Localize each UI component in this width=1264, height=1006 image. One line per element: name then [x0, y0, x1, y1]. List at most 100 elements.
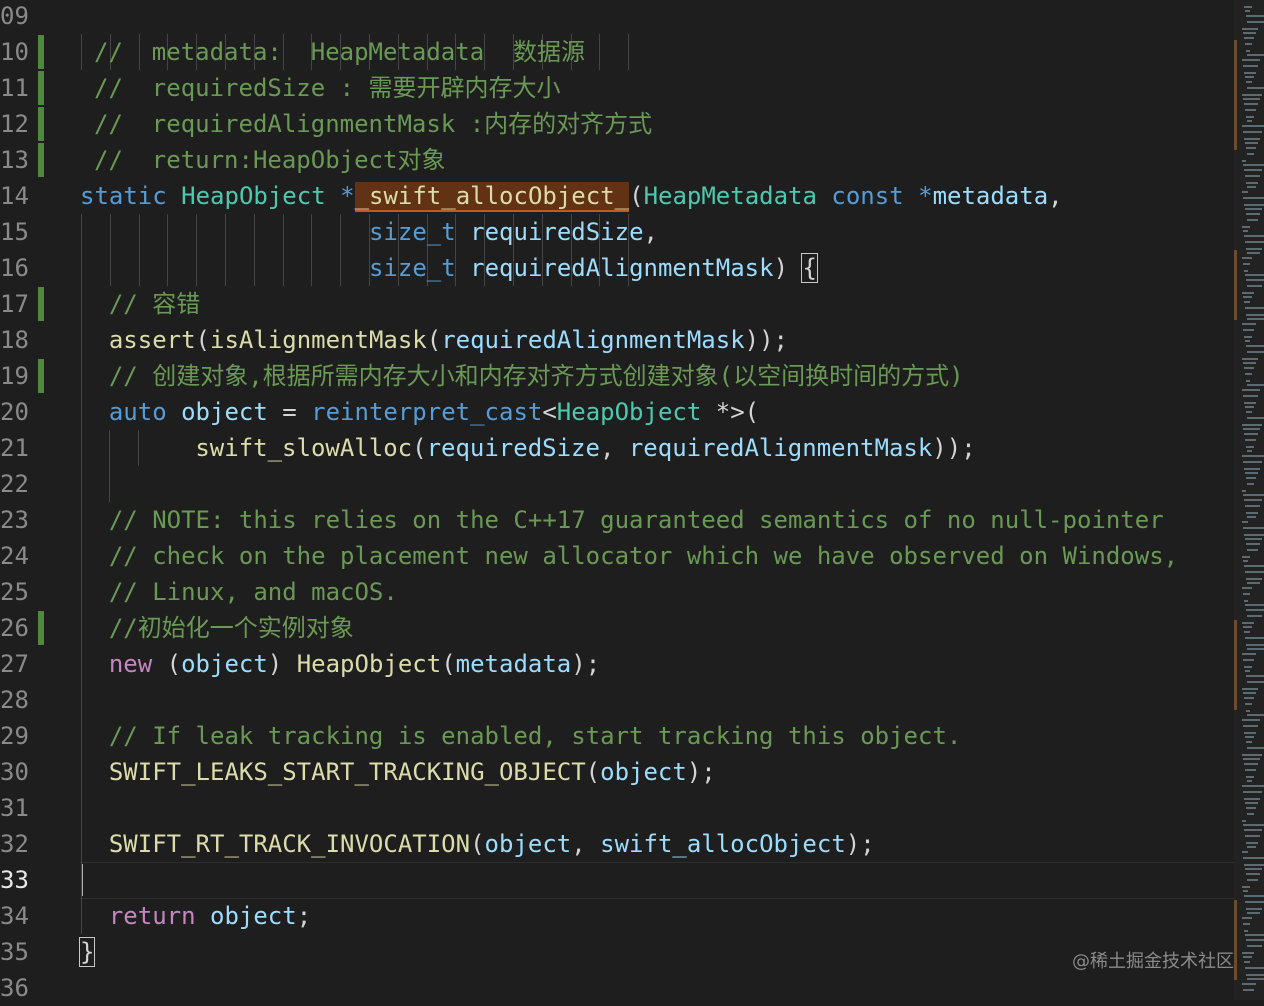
code-line[interactable]: 15 size_t requiredSize,: [0, 214, 1234, 250]
minimap-line: [1244, 798, 1260, 800]
token-brace: }: [78, 937, 96, 967]
minimap-line: [1242, 521, 1248, 523]
minimap-line: [1244, 930, 1248, 932]
minimap-line: [1242, 851, 1248, 853]
indent-guide: [109, 466, 110, 502]
minimap-line: [1245, 307, 1264, 309]
indent-guide: [81, 286, 82, 322]
minimap-line: [1247, 846, 1256, 848]
code-line[interactable]: 13 // return:HeapObject对象: [0, 142, 1234, 178]
minimap-line: [1242, 886, 1250, 888]
token-mac: SWIFT_RT_TRACK_INVOCATION: [108, 830, 471, 858]
indent-guide: [81, 430, 82, 466]
minimap-line: [1246, 446, 1254, 448]
minimap-line: [1245, 109, 1256, 111]
minimap[interactable]: [1234, 0, 1264, 1000]
token-ctl: return: [108, 902, 210, 930]
minimap-line: [1242, 653, 1256, 655]
line-number: 19: [0, 362, 29, 390]
code-line[interactable]: 17 // 容错: [0, 286, 1234, 322]
code-line[interactable]: 23 // NOTE: this relies on the C++17 gua…: [0, 502, 1234, 538]
token-var: requiredAlignmentMask: [441, 326, 745, 354]
code-line[interactable]: 31: [0, 790, 1234, 826]
minimap-line: [1242, 257, 1252, 259]
minimap-line: [1244, 103, 1258, 105]
minimap-line: [1247, 747, 1264, 749]
token-fn: HeapObject: [296, 650, 442, 678]
indent-guide: [109, 430, 110, 466]
code-line[interactable]: 19 // 创建对象,根据所需内存大小和内存对齐方式创建对象(以空间换时间的方式…: [0, 358, 1234, 394]
code-line[interactable]: 09: [0, 0, 1234, 34]
code-line[interactable]: 12 // requiredAlignmentMask :内存的对齐方式: [0, 106, 1234, 142]
token-text: );: [571, 650, 601, 678]
token-brace: {: [801, 253, 818, 283]
code-line[interactable]: 36: [0, 970, 1234, 1006]
code-line[interactable]: 32 SWIFT_RT_TRACK_INVOCATION(object, swi…: [0, 826, 1234, 862]
code-text: // metadata: HeapMetadata 数据源: [94, 34, 585, 70]
code-line[interactable]: 16 size_t requiredAlignmentMask) {: [0, 250, 1234, 286]
minimap-line: [1244, 864, 1264, 866]
gutter-modified-marker: [38, 71, 44, 105]
token-kw: *: [918, 182, 933, 210]
minimap-line: [1247, 483, 1254, 485]
minimap-line: [1244, 565, 1264, 567]
code-line[interactable]: 22: [0, 466, 1234, 502]
code-text: }: [78, 934, 96, 970]
token-text: ;: [296, 902, 312, 930]
code-line[interactable]: 34 return object;: [0, 898, 1234, 934]
token-com: requiredSize : 需要开辟内存大小: [137, 74, 561, 102]
minimap-line: [1245, 406, 1254, 408]
token-text: ,: [1048, 182, 1063, 210]
token-com: //: [94, 74, 138, 102]
token-var: requiredAlignmentMask: [628, 434, 933, 462]
line-number: 27: [0, 650, 29, 678]
code-line[interactable]: 20 auto object = reinterpret_cast<HeapOb…: [0, 394, 1234, 430]
minimap-line: [1242, 389, 1260, 391]
minimap-change-indicator: [1234, 900, 1237, 980]
minimap-line: [1243, 131, 1262, 133]
minimap-line: [1244, 666, 1252, 668]
minimap-line: [1247, 714, 1264, 716]
code-line[interactable]: 24 // check on the placement new allocat…: [0, 538, 1234, 574]
token-com: // Linux, and macOS.: [108, 578, 398, 606]
code-line[interactable]: 29 // If leak tracking is enabled, start…: [0, 718, 1234, 754]
code-line[interactable]: 25 // Linux, and macOS.: [0, 574, 1234, 610]
line-number: 15: [0, 218, 29, 246]
line-number: 21: [0, 434, 29, 462]
minimap-line: [1247, 978, 1264, 980]
code-line[interactable]: 27 new (object) HeapObject(metadata);: [0, 646, 1234, 682]
minimap-line: [1243, 989, 1254, 991]
minimap-line: [1247, 186, 1256, 188]
code-line[interactable]: 30 SWIFT_LEAKS_START_TRACKING_OBJECT(obj…: [0, 754, 1234, 790]
minimap-line: [1246, 182, 1258, 184]
minimap-line: [1242, 754, 1262, 756]
code-line[interactable]: 35}: [0, 934, 1234, 970]
minimap-line: [1245, 703, 1252, 705]
code-text: SWIFT_RT_TRACK_INVOCATION(object, swift_…: [94, 826, 875, 862]
indent-guide: [81, 322, 82, 358]
indent-guide: [81, 862, 82, 898]
minimap-line: [1247, 912, 1260, 914]
code-line[interactable]: 26 //初始化一个实例对象: [0, 610, 1234, 646]
line-number: 10: [0, 38, 29, 66]
minimap-line: [1243, 758, 1260, 760]
code-line[interactable]: 33: [0, 862, 1234, 899]
code-line[interactable]: 11 // requiredSize : 需要开辟内存大小: [0, 70, 1234, 106]
token-com: //: [94, 146, 138, 174]
minimap-line: [1242, 490, 1246, 492]
line-number: 33: [0, 866, 29, 894]
code-line[interactable]: 18 assert(isAlignmentMask(requiredAlignm…: [0, 322, 1234, 358]
code-line[interactable]: 10 // metadata: HeapMetadata 数据源: [0, 34, 1234, 70]
code-line[interactable]: 14 static HeapObject *_swift_allocObject_…: [0, 178, 1234, 214]
code-line[interactable]: 28: [0, 682, 1234, 718]
minimap-line: [1245, 274, 1264, 276]
code-editor[interactable]: 09 10 // metadata: HeapMetadata 数据源 11 // re…: [0, 0, 1234, 1002]
line-number: 32: [0, 830, 29, 858]
minimap-line: [1243, 98, 1260, 100]
code-line[interactable]: 21 swift_slowAlloc(requiredSize, require…: [0, 430, 1234, 466]
minimap-line: [1246, 873, 1260, 875]
